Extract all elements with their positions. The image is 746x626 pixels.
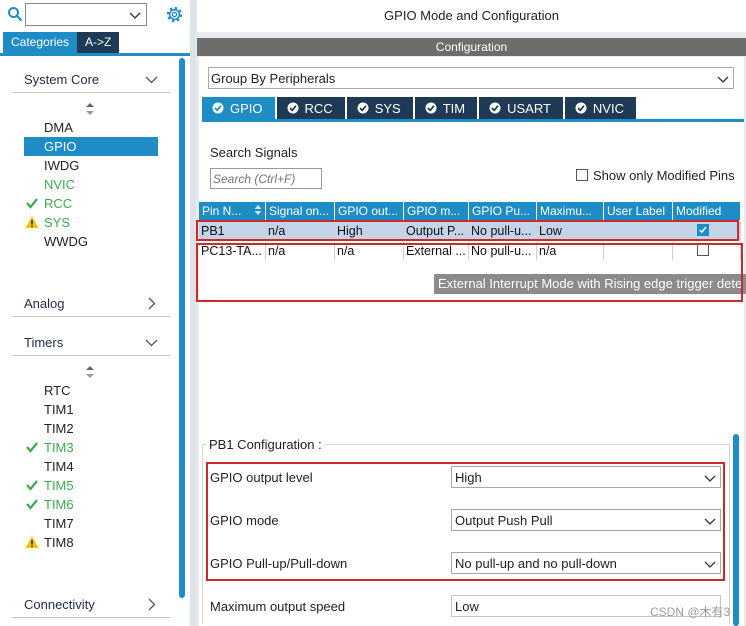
sidebar-item-wwdg[interactable]: WWDG bbox=[24, 232, 158, 251]
peripheral-tabs-underline bbox=[202, 119, 744, 122]
check-icon bbox=[26, 442, 38, 453]
sidebar-item-tim1[interactable]: TIM1 bbox=[24, 400, 158, 419]
chevron-down-icon bbox=[129, 12, 141, 19]
max-output-speed-label: Maximum output speed bbox=[210, 599, 346, 614]
sidebar-item-tim4[interactable]: TIM4 bbox=[24, 457, 158, 476]
column-header[interactable]: User Label bbox=[604, 202, 673, 220]
category-divider bbox=[12, 92, 170, 93]
sidebar-item-tim7[interactable]: TIM7 bbox=[24, 514, 158, 533]
column-header[interactable]: GPIO Pu... bbox=[469, 202, 537, 220]
panel-splitter[interactable] bbox=[190, 0, 196, 626]
left-panel: Categories A->Z System Core DMA GPIO IWD… bbox=[0, 0, 190, 626]
pb1-config-title: PB1 Configuration : bbox=[207, 437, 324, 452]
show-modified-checkbox[interactable] bbox=[576, 169, 588, 181]
sidebar-item-tim5[interactable]: TIM5 bbox=[24, 476, 158, 495]
left-scrollbar[interactable] bbox=[179, 58, 185, 598]
peripheral-tabs: GPIO RCC SYS TIM USART NVIC bbox=[202, 97, 636, 119]
column-header[interactable]: Pin N... bbox=[199, 202, 266, 220]
column-header[interactable]: Signal on... bbox=[266, 202, 335, 220]
check-circle-icon bbox=[489, 102, 501, 114]
column-header[interactable]: GPIO m... bbox=[404, 202, 469, 220]
check-icon bbox=[26, 480, 38, 491]
tab-nvic[interactable]: NVIC bbox=[564, 97, 636, 119]
category-timers[interactable]: Timers bbox=[12, 331, 170, 355]
sidebar-item-iwdg[interactable]: IWDG bbox=[24, 156, 158, 175]
check-icon bbox=[26, 198, 38, 209]
tab-gpio[interactable]: GPIO bbox=[202, 97, 275, 119]
sidebar-item-rcc[interactable]: RCC bbox=[24, 194, 158, 213]
sidebar-item-sys[interactable]: SYS bbox=[24, 213, 158, 232]
chevron-down-icon bbox=[145, 339, 158, 347]
category-label: System Core bbox=[24, 72, 100, 87]
right-scrollbar[interactable] bbox=[733, 434, 739, 626]
category-divider bbox=[12, 617, 170, 618]
column-header[interactable]: Modified bbox=[673, 202, 741, 220]
category-divider bbox=[12, 355, 170, 356]
column-header[interactable]: GPIO out... bbox=[335, 202, 404, 220]
search-icon[interactable] bbox=[7, 6, 23, 22]
tab-tim[interactable]: TIM bbox=[414, 97, 478, 119]
sort-icon[interactable] bbox=[85, 365, 95, 379]
pin-table-header: Pin N... Signal on... GPIO out... GPIO m… bbox=[199, 202, 741, 220]
highlight-box bbox=[206, 462, 725, 581]
sidebar-item-dma[interactable]: DMA bbox=[24, 118, 158, 137]
chevron-down-icon bbox=[717, 76, 729, 83]
category-tabs: Categories A->Z bbox=[3, 32, 120, 53]
configuration-bar: Configuration bbox=[197, 38, 746, 56]
check-circle-icon bbox=[425, 102, 437, 114]
chevron-right-icon bbox=[148, 598, 156, 611]
tab-sys[interactable]: SYS bbox=[346, 97, 413, 119]
warning-icon bbox=[25, 536, 39, 548]
sidebar-item-rtc[interactable]: RTC bbox=[24, 381, 158, 400]
check-circle-icon bbox=[357, 102, 369, 114]
category-label: Timers bbox=[24, 335, 64, 350]
check-icon bbox=[26, 499, 38, 510]
highlight-box bbox=[196, 243, 743, 302]
category-label: Analog bbox=[24, 296, 65, 311]
sidebar-item-tim6[interactable]: TIM6 bbox=[24, 495, 158, 514]
check-circle-icon bbox=[575, 102, 587, 114]
category-label: Connectivity bbox=[24, 597, 95, 612]
category-connectivity[interactable]: Connectivity bbox=[12, 593, 170, 617]
chevron-right-icon bbox=[148, 297, 156, 310]
tab-a-z[interactable]: A->Z bbox=[77, 32, 120, 53]
sidebar-item-tim3[interactable]: TIM3 bbox=[24, 438, 158, 457]
sidebar-item-nvic[interactable]: NVIC bbox=[24, 175, 158, 194]
category-analog[interactable]: Analog bbox=[12, 292, 170, 316]
sidebar-item-tim2[interactable]: TIM2 bbox=[24, 419, 158, 438]
sidebar-item-tim8[interactable]: TIM8 bbox=[24, 533, 158, 552]
page-title: GPIO Mode and Configuration bbox=[197, 0, 746, 32]
column-header[interactable]: Maximu... bbox=[537, 202, 604, 220]
sort-icon bbox=[254, 205, 262, 215]
search-combo[interactable] bbox=[25, 3, 147, 26]
sidebar-item-gpio[interactable]: GPIO bbox=[24, 137, 158, 156]
select-value: Low bbox=[455, 599, 479, 614]
warning-icon bbox=[25, 216, 39, 228]
search-signals-label: Search Signals bbox=[210, 145, 298, 160]
tab-rcc[interactable]: RCC bbox=[276, 97, 345, 119]
watermark: CSDN @木有3 bbox=[650, 605, 731, 619]
category-system-core[interactable]: System Core bbox=[12, 68, 170, 92]
highlight-box bbox=[196, 220, 739, 241]
tab-usart[interactable]: USART bbox=[479, 97, 563, 119]
category-divider bbox=[12, 316, 170, 317]
group-by-value: Group By Peripherals bbox=[211, 71, 336, 86]
group-by-select[interactable]: Group By Peripherals bbox=[208, 67, 734, 89]
check-circle-icon bbox=[287, 102, 299, 114]
tabs-underline bbox=[0, 53, 190, 56]
tab-categories[interactable]: Categories bbox=[3, 32, 78, 53]
check-circle-icon bbox=[212, 102, 224, 114]
sort-icon[interactable] bbox=[85, 102, 95, 116]
search-signals-input[interactable] bbox=[210, 168, 322, 189]
gear-icon[interactable] bbox=[165, 5, 184, 24]
show-modified-label: Show only Modified Pins bbox=[593, 168, 735, 183]
chevron-down-icon bbox=[145, 76, 158, 84]
